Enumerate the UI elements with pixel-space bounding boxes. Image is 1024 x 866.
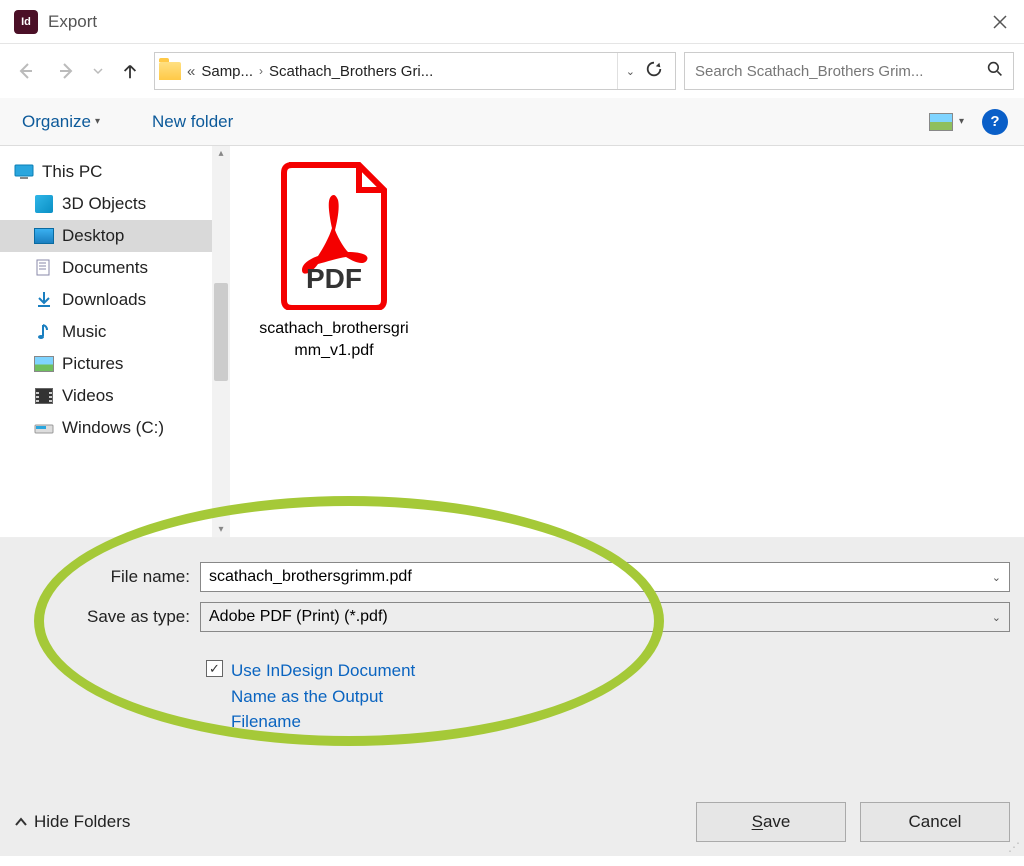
sidebar-item-label: Videos — [62, 386, 114, 406]
titlebar: Id Export — [0, 0, 1024, 44]
this-pc-icon — [14, 164, 34, 180]
sidebar-item-windows-c[interactable]: Windows (C:) — [0, 412, 230, 444]
sidebar-item-3d-objects[interactable]: 3D Objects — [0, 188, 230, 220]
bottom-bar: Hide Folders Save Cancel — [14, 802, 1010, 842]
view-mode-button[interactable]: ▾ — [929, 113, 964, 131]
sidebar-item-label: 3D Objects — [62, 194, 146, 214]
bottom-panel: File name: ⌄ Save as type: Adobe PDF (Pr… — [0, 538, 1024, 856]
videos-icon — [34, 388, 54, 404]
refresh-icon[interactable] — [645, 60, 663, 82]
sidebar-item-documents[interactable]: Documents — [0, 252, 230, 284]
sidebar-item-label: Desktop — [62, 226, 124, 246]
downloads-icon — [34, 292, 54, 308]
cancel-button[interactable]: Cancel — [860, 802, 1010, 842]
use-document-name-checkbox[interactable]: ✓ — [206, 660, 223, 677]
breadcrumb-segment-2[interactable]: Scathach_Brothers Gri... — [269, 63, 433, 80]
address-dropdown-icon[interactable]: ⌄ — [626, 65, 635, 78]
sidebar: This PC 3D Objects Desktop Documents Dow… — [0, 146, 230, 537]
use-document-name-row: ✓ Use InDesign Document Name as the Outp… — [206, 658, 1010, 735]
cancel-label: Cancel — [909, 812, 962, 832]
file-name-label: File name: — [14, 567, 200, 587]
forward-button[interactable] — [50, 55, 82, 87]
chevron-down-icon[interactable]: ⌄ — [992, 611, 1001, 624]
navigation-row: « Samp... › Scathach_Brothers Gri... ⌄ — [0, 44, 1024, 98]
3d-objects-icon — [34, 196, 54, 212]
save-label-rest: ave — [763, 812, 790, 831]
window-title: Export — [48, 12, 97, 32]
svg-text:PDF: PDF — [306, 263, 362, 294]
use-document-name-label[interactable]: Use InDesign Document Name as the Output… — [231, 658, 451, 735]
toolbar: Organize ▾ New folder ▾ ? — [0, 98, 1024, 146]
sidebar-item-label: Downloads — [62, 290, 146, 310]
close-icon[interactable] — [992, 13, 1010, 31]
search-icon[interactable] — [987, 61, 1003, 82]
file-name-row: File name: ⌄ — [14, 562, 1010, 592]
new-folder-button[interactable]: New folder — [146, 108, 239, 136]
indesign-app-icon: Id — [14, 10, 38, 34]
address-bar[interactable]: « Samp... › Scathach_Brothers Gri... ⌄ — [154, 52, 676, 90]
recent-dropdown[interactable] — [90, 55, 106, 87]
music-icon — [34, 324, 54, 340]
desktop-icon — [34, 228, 54, 244]
save-as-type-label: Save as type: — [14, 607, 200, 627]
resize-grip-icon[interactable]: ⋰ — [1006, 840, 1020, 854]
chevron-right-icon: › — [259, 64, 263, 78]
chevron-down-icon: ▾ — [959, 116, 964, 127]
chevron-down-icon: ▾ — [95, 116, 100, 127]
sidebar-item-label: This PC — [42, 162, 102, 182]
scroll-up-icon[interactable]: ▴ — [212, 148, 230, 159]
sidebar-item-downloads[interactable]: Downloads — [0, 284, 230, 316]
sidebar-item-label: Pictures — [62, 354, 123, 374]
chevron-up-icon — [14, 815, 28, 829]
chevron-down-icon[interactable]: ⌄ — [992, 571, 1001, 584]
breadcrumb-prefix: « — [187, 63, 195, 80]
hide-folders-button[interactable]: Hide Folders — [14, 812, 130, 832]
help-icon[interactable]: ? — [982, 109, 1008, 135]
folder-icon — [159, 62, 181, 80]
pdf-icon: PDF — [274, 160, 394, 310]
sidebar-item-desktop[interactable]: Desktop — [0, 220, 230, 252]
organize-label: Organize — [22, 112, 91, 132]
sidebar-scrollbar[interactable]: ▴ ▾ — [212, 146, 230, 537]
scroll-down-icon[interactable]: ▾ — [212, 524, 230, 535]
sidebar-item-label: Windows (C:) — [62, 418, 164, 438]
save-as-type-row: Save as type: Adobe PDF (Print) (*.pdf) … — [14, 602, 1010, 632]
file-pane[interactable]: PDF scathach_brothersgrimm_v1.pdf — [230, 146, 1024, 537]
back-button[interactable] — [10, 55, 42, 87]
new-folder-label: New folder — [152, 112, 233, 132]
main-area: This PC 3D Objects Desktop Documents Dow… — [0, 146, 1024, 538]
save-as-type-select[interactable]: Adobe PDF (Print) (*.pdf) ⌄ — [200, 602, 1010, 632]
file-name-input[interactable] — [209, 568, 1001, 586]
search-input[interactable] — [695, 63, 979, 80]
documents-icon — [34, 260, 54, 276]
sidebar-item-label: Music — [62, 322, 106, 342]
view-mode-icon — [929, 113, 953, 131]
hide-folders-label: Hide Folders — [34, 812, 130, 832]
sidebar-item-label: Documents — [62, 258, 148, 278]
sidebar-item-music[interactable]: Music — [0, 316, 230, 348]
up-button[interactable] — [114, 55, 146, 87]
sidebar-item-this-pc[interactable]: This PC — [0, 156, 230, 188]
drive-icon — [34, 420, 54, 436]
pictures-icon — [34, 356, 54, 372]
search-box[interactable] — [684, 52, 1014, 90]
file-name-label: scathach_brothersgrimm_v1.pdf — [254, 318, 414, 361]
file-item[interactable]: PDF scathach_brothersgrimm_v1.pdf — [254, 160, 414, 361]
save-as-type-value: Adobe PDF (Print) (*.pdf) — [209, 608, 1001, 626]
breadcrumb-segment-1[interactable]: Samp... — [201, 63, 253, 80]
file-name-input-wrapper[interactable]: ⌄ — [200, 562, 1010, 592]
sidebar-item-videos[interactable]: Videos — [0, 380, 230, 412]
scroll-thumb[interactable] — [214, 283, 228, 381]
save-button[interactable]: Save — [696, 802, 846, 842]
organize-button[interactable]: Organize ▾ — [16, 108, 106, 136]
sidebar-item-pictures[interactable]: Pictures — [0, 348, 230, 380]
